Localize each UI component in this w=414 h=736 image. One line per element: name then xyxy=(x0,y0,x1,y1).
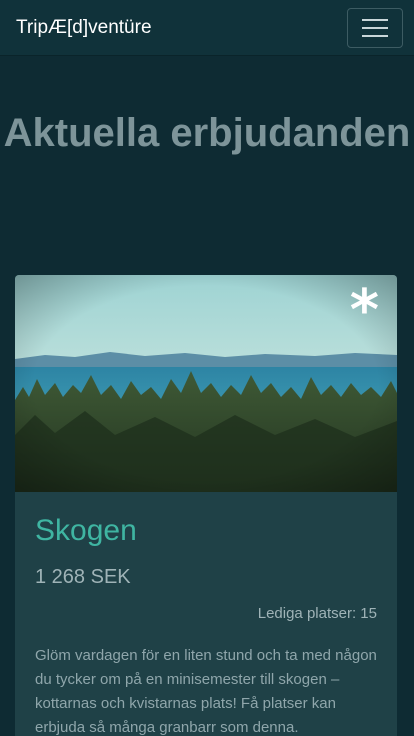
navbar: TripÆ[d]ventüre xyxy=(0,0,414,56)
hamburger-menu-icon xyxy=(362,18,388,21)
page-title: Aktuella erbjudanden xyxy=(3,111,411,155)
hamburger-menu-icon-bar xyxy=(362,26,388,29)
offer-title[interactable]: Skogen xyxy=(35,514,377,548)
hamburger-menu-icon-bar xyxy=(362,34,388,37)
offer-image: * xyxy=(15,275,397,492)
menu-toggle-button[interactable] xyxy=(347,7,403,48)
offer-card[interactable]: * Skogen 1 268 SEK Lediga platser: 15 Gl… xyxy=(15,275,397,736)
available-seats: Lediga platser: 15 xyxy=(257,605,377,622)
offer-description: Glöm vardagen för en liten stund och ta … xyxy=(35,647,377,736)
forest-landscape-image xyxy=(15,275,397,492)
asterisk-icon: * xyxy=(349,278,379,343)
offer-price: 1 268 SEK xyxy=(35,566,131,588)
brand-link[interactable]: TripÆ[d]ventüre xyxy=(16,17,152,39)
offer-card-body: Skogen 1 268 SEK Lediga platser: 15 Glöm… xyxy=(15,492,397,736)
